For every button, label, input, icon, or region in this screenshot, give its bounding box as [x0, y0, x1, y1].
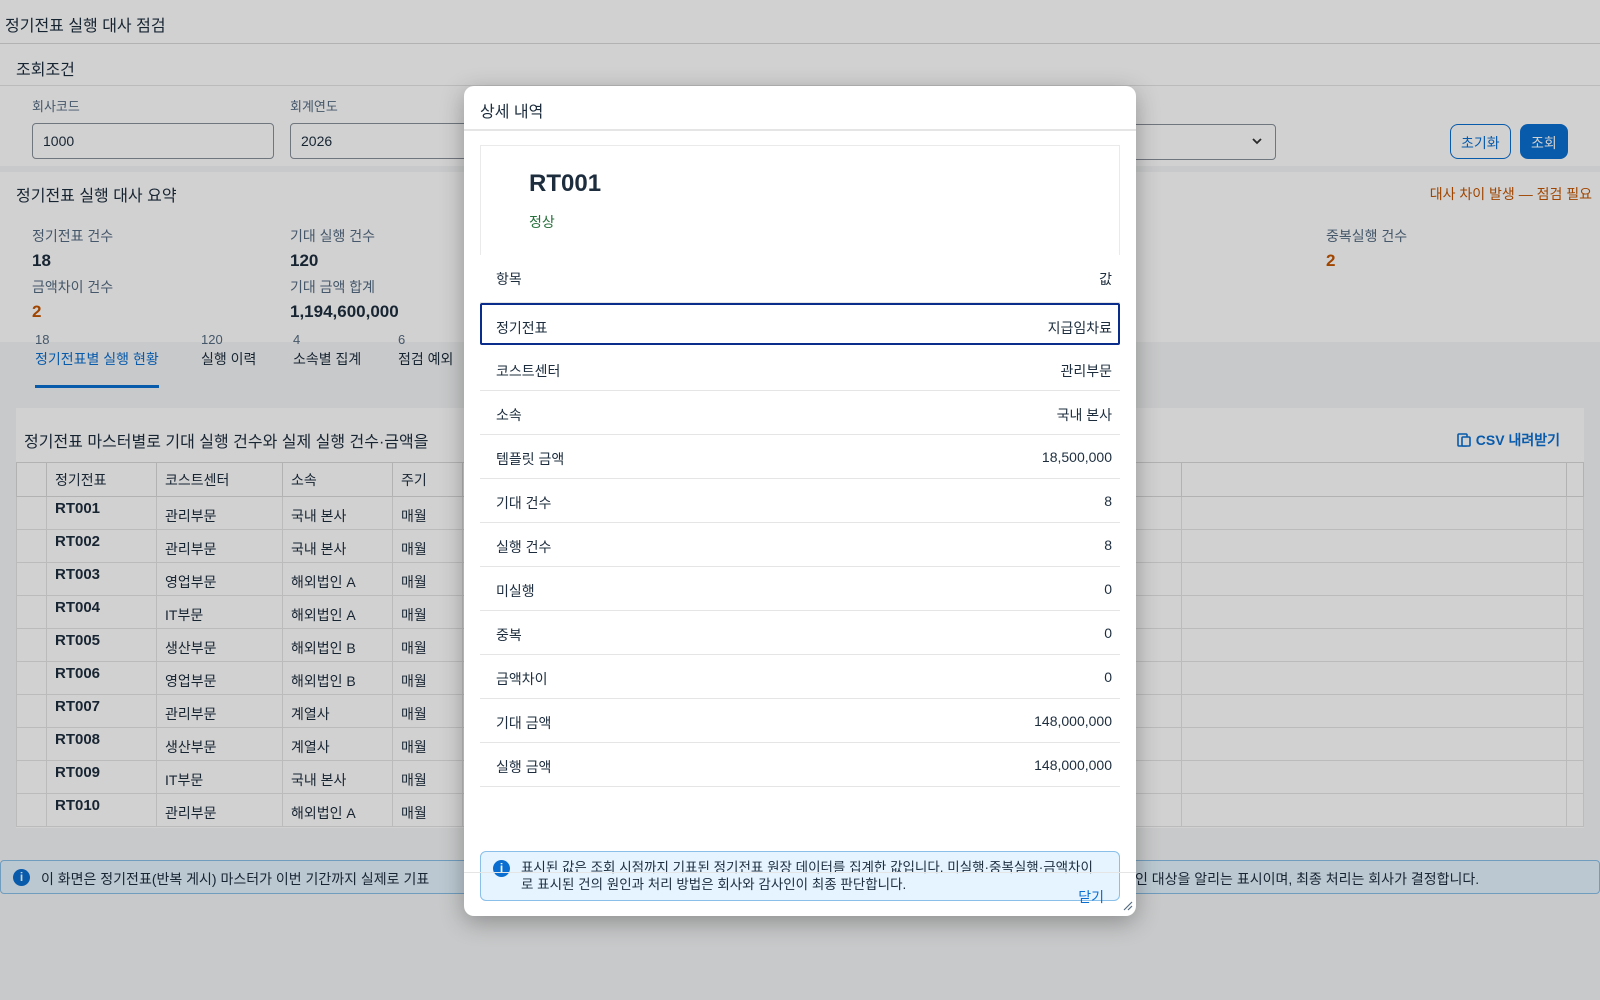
recurring-id: RT001 [529, 170, 602, 197]
detail-list: 항목 값 정기전표 지급임차료코스트센터 관리부문소속 국내 본사템플릿 금액 18,5… [480, 255, 1120, 787]
detail-row[interactable]: 미실행 0 [480, 567, 1120, 611]
detail-key: 소속 [496, 407, 522, 423]
detail-header-value: 값 [1099, 271, 1112, 287]
detail-value: 국내 본사 [1056, 407, 1112, 423]
detail-row[interactable]: 실행 건수 8 [480, 523, 1120, 567]
dialog-body: RT001 정상 항목 값 정기전표 지급임차료코스트센터 관리부문소속 국내 본사템… [464, 130, 1136, 901]
close-button[interactable]: 닫기 [1078, 887, 1104, 907]
detail-value: 0 [1104, 669, 1112, 685]
detail-value: 18,500,000 [1041, 449, 1112, 465]
detail-key: 정기전표 [496, 320, 548, 336]
detail-row[interactable]: 기대 금액 148,000,000 [480, 699, 1120, 743]
detail-key: 실행 금액 [496, 759, 552, 775]
detail-value: 0 [1104, 581, 1112, 597]
detail-key: 코스트센터 [496, 363, 561, 379]
detail-row[interactable]: 실행 금액 148,000,000 [480, 743, 1120, 787]
detail-value: 148,000,000 [1034, 757, 1112, 773]
detail-value: 지급임차료 [1047, 320, 1112, 336]
dialog-hero: RT001 정상 [480, 145, 1120, 255]
detail-row[interactable]: 템플릿 금액 18,500,000 [480, 435, 1120, 479]
detail-key: 기대 건수 [496, 495, 552, 511]
dialog-footer: 닫기 [464, 872, 1136, 916]
detail-row[interactable]: 코스트센터 관리부문 [480, 347, 1120, 391]
detail-value: 8 [1104, 493, 1112, 509]
detail-row[interactable]: 중복 0 [480, 611, 1120, 655]
detail-dialog: 상세 내역 RT001 정상 항목 값 정기전표 지급임차료코스트센터 관리부문소속… [464, 86, 1136, 916]
detail-value: 0 [1104, 625, 1112, 641]
detail-list-header: 항목 값 [480, 255, 1120, 303]
detail-row[interactable]: 금액차이 0 [480, 655, 1120, 699]
detail-key: 금액차이 [496, 671, 548, 687]
detail-row[interactable]: 소속 국내 본사 [480, 391, 1120, 435]
detail-key: 기대 금액 [496, 715, 552, 731]
detail-key: 템플릿 금액 [496, 451, 565, 467]
detail-row[interactable]: 정기전표 지급임차료 [480, 303, 1120, 345]
status-badge: 정상 [529, 214, 555, 230]
detail-value: 8 [1104, 537, 1112, 553]
detail-key: 중복 [496, 627, 522, 643]
detail-row[interactable]: 기대 건수 8 [480, 479, 1120, 523]
dialog-title: 상세 내역 [464, 86, 1136, 130]
detail-key: 실행 건수 [496, 539, 552, 555]
resize-handle-icon[interactable] [1123, 900, 1133, 914]
detail-header-key: 항목 [496, 271, 522, 287]
detail-key: 미실행 [496, 583, 535, 599]
detail-value: 관리부문 [1060, 363, 1112, 379]
detail-value: 148,000,000 [1034, 713, 1112, 729]
